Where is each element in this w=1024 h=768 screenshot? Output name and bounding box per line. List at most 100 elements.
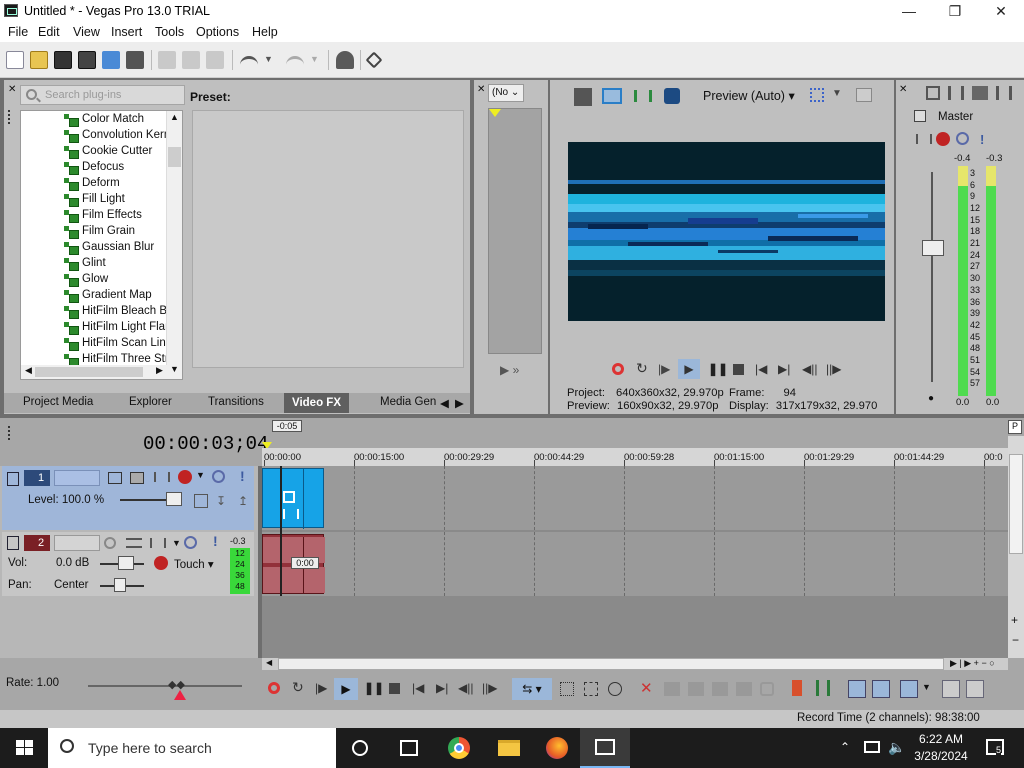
video-solo-icon[interactable]: ! [240, 468, 245, 484]
overlays-dropdown-icon[interactable]: ▼ [832, 88, 842, 99]
video-event[interactable] [262, 468, 324, 529]
timeline-ruler[interactable]: 00:00:00 00:00:15:00 00:00:29:29 00:00:44:2… [262, 448, 1008, 466]
audio-fx-chain-icon[interactable] [150, 538, 166, 548]
volume-slider[interactable] [118, 556, 134, 570]
scroll-right-icon[interactable]: ▶ [156, 365, 163, 376]
plugin-hscroll-thumb[interactable] [35, 367, 143, 377]
snapping-icon[interactable] [900, 680, 918, 698]
preview-properties-icon[interactable] [574, 88, 592, 106]
next-frame-icon[interactable]: ||▶ [826, 362, 841, 376]
close-button[interactable]: ✕ [978, 0, 1024, 22]
audio-event[interactable]: 0:00 [262, 534, 325, 594]
taskbar-time[interactable]: 6:22 AM [918, 732, 964, 746]
network-icon[interactable] [864, 741, 880, 753]
plugin-list-scrollbar[interactable]: ▲ ▼ [166, 111, 182, 379]
automation-icon[interactable]: ↥ [238, 494, 248, 508]
auto-crossfade-icon[interactable] [872, 680, 890, 698]
scroll-down-icon[interactable]: ▼ [170, 364, 179, 374]
audio-track-header[interactable]: 2 ▼ ! Vol: 0.0 dB Touch ▾ Pan: Center -0… [2, 532, 254, 596]
automation-settings-icon[interactable] [154, 556, 168, 570]
tab-explorer[interactable]: Explorer [129, 396, 172, 408]
hscroll-left-icon[interactable]: ◀ [266, 658, 272, 667]
video-track-name-input[interactable] [54, 470, 100, 486]
compositing-mode-icon[interactable] [108, 472, 122, 484]
vegas-taskbar-button[interactable] [580, 728, 630, 768]
tl-pause-icon[interactable]: ❚❚ [364, 681, 384, 695]
dim-output-icon[interactable] [972, 86, 988, 100]
play-icon[interactable]: ▶ [678, 359, 700, 379]
stop-icon[interactable] [733, 364, 744, 375]
snapping-dropdown-icon[interactable]: ▼ [922, 682, 931, 692]
event-pan-crop-icon[interactable] [283, 491, 295, 503]
track-area[interactable]: 0:00 [262, 466, 1008, 658]
timeline-vscroll[interactable]: + − [1008, 436, 1024, 658]
video-track-fx-icon[interactable] [178, 470, 192, 484]
selection-tool-icon[interactable] [584, 682, 598, 696]
lock-envelopes-icon[interactable] [942, 680, 960, 698]
tab-transitions[interactable]: Transitions [208, 396, 264, 408]
hscroll-zoom[interactable]: ▶ | ▶ + − ○ [950, 658, 1022, 670]
marker-insert-icon[interactable] [792, 680, 802, 696]
menu-help[interactable]: Help [252, 25, 278, 39]
video-track-fx-chain-icon[interactable] [154, 472, 170, 482]
chrome-icon[interactable] [448, 737, 470, 759]
paste-icon[interactable] [206, 51, 224, 69]
track-motion-icon[interactable]: ↧ [216, 494, 226, 508]
menu-insert[interactable]: Insert [111, 25, 142, 39]
show-hidden-icons-icon[interactable]: ⌃ [840, 740, 850, 754]
cut-icon[interactable] [158, 51, 176, 69]
track-collapse-icon[interactable] [7, 472, 19, 486]
split-icon[interactable] [736, 682, 752, 696]
new-icon[interactable] [6, 51, 24, 69]
plugin-search-input[interactable]: Search plug-ins [20, 85, 185, 105]
preview-quality-dropdown[interactable]: Preview (Auto) ▾ [703, 88, 795, 103]
ignore-event-grouping-icon[interactable] [966, 680, 984, 698]
tabs-scroll-right-icon[interactable]: ▶ [455, 396, 464, 410]
master-fx-icon[interactable] [936, 132, 950, 146]
close-panel-icon[interactable]: ✕ [8, 84, 16, 95]
overlays-icon[interactable] [810, 88, 824, 102]
bypass-motion-blur-icon[interactable] [194, 494, 208, 508]
timeline-hscroll-thumb[interactable] [278, 658, 944, 670]
notifications-icon[interactable]: 5 [986, 739, 1004, 755]
envelope-tool-icon[interactable] [560, 682, 574, 696]
taskbar-date[interactable]: 3/28/2024 [912, 749, 970, 763]
scroll-up-icon[interactable]: ▲ [170, 112, 179, 122]
audio-mute-icon[interactable] [184, 536, 197, 549]
tl-prev-frame-icon[interactable]: ◀|| [458, 681, 473, 695]
menu-edit[interactable]: Edit [38, 25, 60, 39]
task-view-icon[interactable] [400, 740, 418, 756]
trim-icon[interactable] [664, 682, 680, 696]
video-mute-icon[interactable] [212, 470, 225, 483]
menu-tools[interactable]: Tools [155, 25, 184, 39]
trim-start-icon[interactable] [688, 682, 704, 696]
tl-loop-icon[interactable]: ↻ [292, 679, 304, 696]
pan-slider[interactable] [114, 578, 126, 592]
tab-video-fx[interactable]: Video FX [284, 393, 349, 413]
menu-options[interactable]: Options [196, 25, 239, 39]
previous-frame-icon[interactable]: ◀|| [802, 362, 817, 376]
menu-file[interactable]: File [8, 25, 28, 39]
tl-play-icon[interactable]: ▶ [334, 678, 358, 700]
tabs-scroll-left-icon[interactable]: ◀ [440, 396, 449, 410]
plugin-scroll-thumb[interactable] [168, 147, 181, 167]
arm-for-record-icon[interactable] [104, 537, 116, 549]
tl-go-to-start-icon[interactable]: |◀ [412, 681, 424, 695]
close-mixer-icon[interactable]: ✕ [899, 84, 907, 95]
event-fx-icon[interactable] [283, 509, 299, 519]
external-monitor-icon[interactable] [602, 88, 622, 104]
tl-next-frame-icon[interactable]: ||▶ [482, 681, 497, 695]
windows-start-icon[interactable] [16, 740, 34, 756]
record-icon[interactable] [612, 363, 624, 375]
zoom-out-icon[interactable]: − [1012, 633, 1019, 647]
master-solo-icon[interactable]: ! [980, 132, 984, 147]
taskbar-search-box[interactable]: Type here to search [48, 728, 336, 768]
tl-play-from-start-icon[interactable]: |▶ [315, 681, 327, 695]
scroll-left-icon[interactable]: ◀ [25, 365, 32, 376]
marker-flag[interactable]: -0:05 [272, 420, 302, 432]
master-insert-fx-icon[interactable] [916, 134, 932, 144]
region-marker-icon[interactable]: P [1008, 420, 1022, 434]
properties-icon[interactable] [126, 51, 144, 69]
timeline-vscroll-thumb[interactable] [1009, 454, 1023, 554]
region-insert-icon[interactable] [816, 680, 830, 696]
